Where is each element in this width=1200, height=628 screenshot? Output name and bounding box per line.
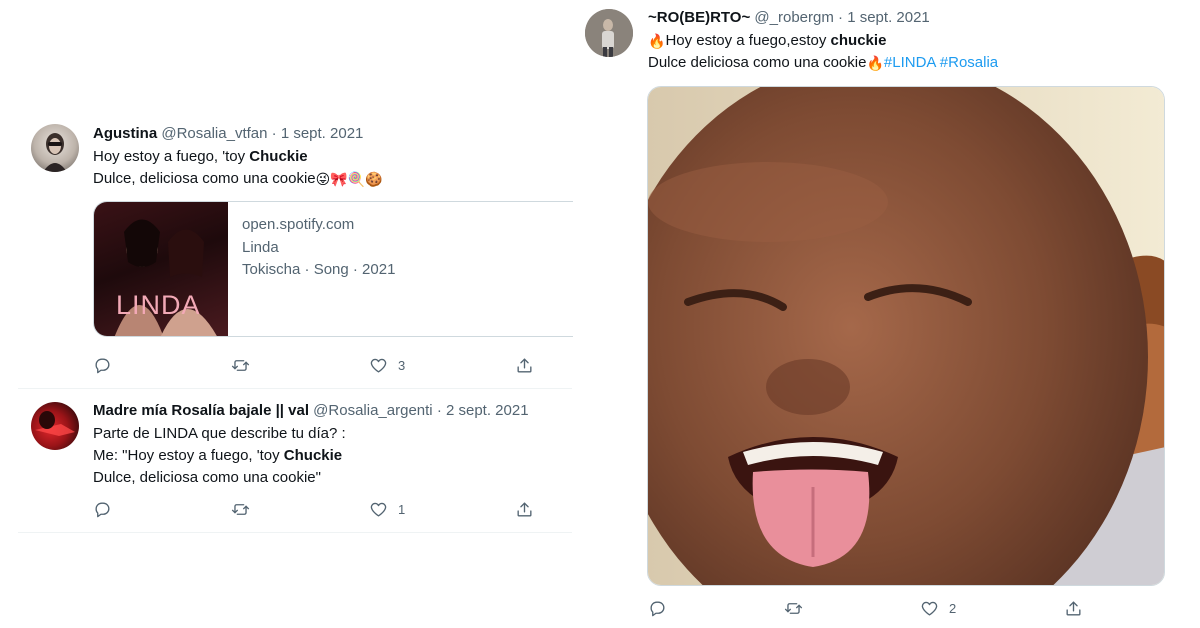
- author-name[interactable]: Agustina: [93, 125, 157, 142]
- author-name[interactable]: ~RO(BE)RTO~: [648, 9, 750, 26]
- tweet-photo[interactable]: [647, 86, 1165, 586]
- like-count: 2: [949, 601, 957, 616]
- reply-icon: [95, 502, 110, 518]
- reply-button[interactable]: [648, 599, 667, 618]
- fire-emoji: 🔥: [866, 55, 884, 72]
- tweet-date[interactable]: 1 sept. 2021: [281, 125, 364, 142]
- avatar[interactable]: [585, 9, 633, 57]
- reply-button[interactable]: [93, 356, 112, 375]
- retweet-button[interactable]: [231, 356, 250, 375]
- author-name[interactable]: Madre mía Rosalía bajale || val: [93, 402, 309, 419]
- like-button[interactable]: 2: [920, 599, 956, 618]
- album-cover: LINDA: [94, 202, 228, 336]
- share-button[interactable]: [1064, 599, 1083, 618]
- share-icon: [517, 358, 532, 373]
- tweet-date[interactable]: 1 sept. 2021: [847, 9, 930, 26]
- tweet-actions: 2: [648, 599, 1098, 623]
- avatar[interactable]: [31, 124, 79, 172]
- spotify-link-card[interactable]: LINDA open.spotify.com Linda Tokischa · …: [93, 201, 573, 337]
- share-icon: [517, 502, 532, 517]
- tweet-actions: 3: [93, 356, 543, 380]
- heart-icon: [921, 601, 938, 616]
- avatar[interactable]: [31, 402, 79, 450]
- tweet-text: 🔥Hoy estoy a fuego,estoy chuckie Dulce d…: [648, 32, 999, 72]
- reply-icon: [95, 358, 110, 374]
- share-icon: [1066, 601, 1081, 616]
- tweet-divider: [18, 532, 572, 533]
- hashtag-rosalia[interactable]: #Rosalia: [940, 54, 998, 71]
- like-button[interactable]: 3: [369, 356, 405, 375]
- tweet-actions: 1: [93, 500, 543, 524]
- retweet-icon: [231, 360, 250, 371]
- reply-button[interactable]: [93, 500, 112, 519]
- heart-icon: [370, 502, 387, 517]
- avatar-photo: [43, 133, 67, 172]
- tweet-date[interactable]: 2 sept. 2021: [446, 402, 529, 419]
- retweet-icon: [231, 504, 250, 515]
- tweet-divider: [18, 388, 572, 389]
- retweet-icon: [784, 603, 803, 614]
- avatar-photo: [585, 9, 633, 57]
- author-handle[interactable]: @Rosalia_vtfan: [161, 125, 267, 142]
- retweet-button[interactable]: [784, 599, 803, 618]
- like-count: 3: [398, 358, 406, 373]
- album-art: LINDA: [114, 219, 217, 336]
- emoji-group: 😜🎀🍭🍪: [315, 171, 383, 188]
- hashtag-linda[interactable]: #LINDA: [884, 54, 936, 71]
- fire-emoji: 🔥: [648, 33, 666, 50]
- card-title: Linda: [242, 239, 279, 256]
- child-photo: [648, 87, 1164, 585]
- tweet-text: Parte de LINDA que describe tu día? : Me…: [93, 425, 346, 486]
- like-button[interactable]: 1: [369, 500, 405, 519]
- heart-icon: [370, 358, 387, 373]
- share-button[interactable]: [515, 500, 534, 519]
- author-handle[interactable]: @Rosalia_argenti: [313, 402, 432, 419]
- author-handle[interactable]: @_robergm: [754, 9, 833, 26]
- share-button[interactable]: [515, 356, 534, 375]
- like-count: 1: [398, 502, 406, 517]
- retweet-button[interactable]: [231, 500, 250, 519]
- tweet-text: Hoy estoy a fuego, 'toy Chuckie Dulce, d…: [93, 148, 383, 188]
- svg-text:LINDA: LINDA: [116, 290, 201, 320]
- card-subtitle: Tokischa · Song · 2021: [242, 261, 396, 278]
- reply-icon: [650, 601, 665, 617]
- card-domain: open.spotify.com: [242, 216, 355, 233]
- avatar-photo: [35, 411, 75, 436]
